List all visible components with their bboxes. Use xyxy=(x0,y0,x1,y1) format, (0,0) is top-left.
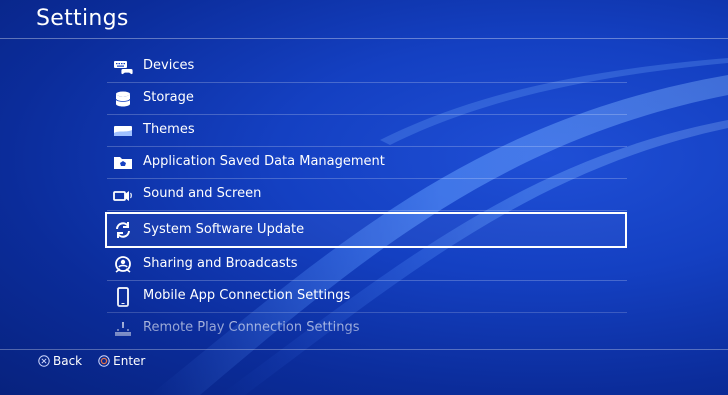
menu-item-themes[interactable]: Themes xyxy=(105,115,627,147)
back-hint[interactable]: Back xyxy=(38,354,82,368)
sound-screen-icon xyxy=(113,185,133,205)
enter-hint[interactable]: Enter xyxy=(98,354,145,368)
menu-item-label: Sound and Screen xyxy=(143,186,262,201)
circle-button-icon xyxy=(98,355,110,367)
update-icon xyxy=(113,220,133,240)
footer-divider xyxy=(0,349,728,350)
folder-icon xyxy=(113,153,133,173)
sharing-icon xyxy=(113,255,133,275)
menu-item-system-software-update[interactable]: System Software Update xyxy=(105,212,627,248)
menu-item-devices[interactable]: Devices xyxy=(105,51,627,83)
menu-item-application-saved-data[interactable]: Application Saved Data Management xyxy=(105,147,627,179)
menu-item-storage[interactable]: Storage xyxy=(105,83,627,115)
mobile-icon xyxy=(113,287,133,307)
menu-item-remote-play-connection[interactable]: Remote Play Connection Settings xyxy=(105,313,627,341)
menu-item-sound-and-screen[interactable]: Sound and Screen xyxy=(105,179,627,211)
enter-label: Enter xyxy=(113,354,146,368)
header-divider xyxy=(0,38,728,39)
menu-item-label: Sharing and Broadcasts xyxy=(143,256,298,271)
themes-icon xyxy=(113,121,133,141)
menu-item-label: Themes xyxy=(143,122,195,137)
circle-x-button-icon xyxy=(38,355,50,367)
menu-divider xyxy=(107,210,627,211)
remote-play-icon xyxy=(113,319,133,339)
storage-icon xyxy=(113,89,133,109)
settings-menu-list: Devices Storage Themes Application Saved… xyxy=(105,51,627,341)
menu-item-sharing-and-broadcasts[interactable]: Sharing and Broadcasts xyxy=(105,249,627,281)
menu-item-label: Storage xyxy=(143,90,194,105)
back-label: Back xyxy=(53,354,83,368)
button-hints-bar: Back Enter xyxy=(38,354,161,368)
menu-item-label: Application Saved Data Management xyxy=(143,154,385,169)
menu-item-mobile-app-connection[interactable]: Mobile App Connection Settings xyxy=(105,281,627,313)
menu-item-label: Remote Play Connection Settings xyxy=(143,320,360,335)
page-title: Settings xyxy=(36,6,129,31)
menu-item-label: Devices xyxy=(143,58,195,73)
devices-icon xyxy=(113,57,133,77)
menu-item-label: System Software Update xyxy=(143,222,305,237)
menu-item-label: Mobile App Connection Settings xyxy=(143,288,351,303)
